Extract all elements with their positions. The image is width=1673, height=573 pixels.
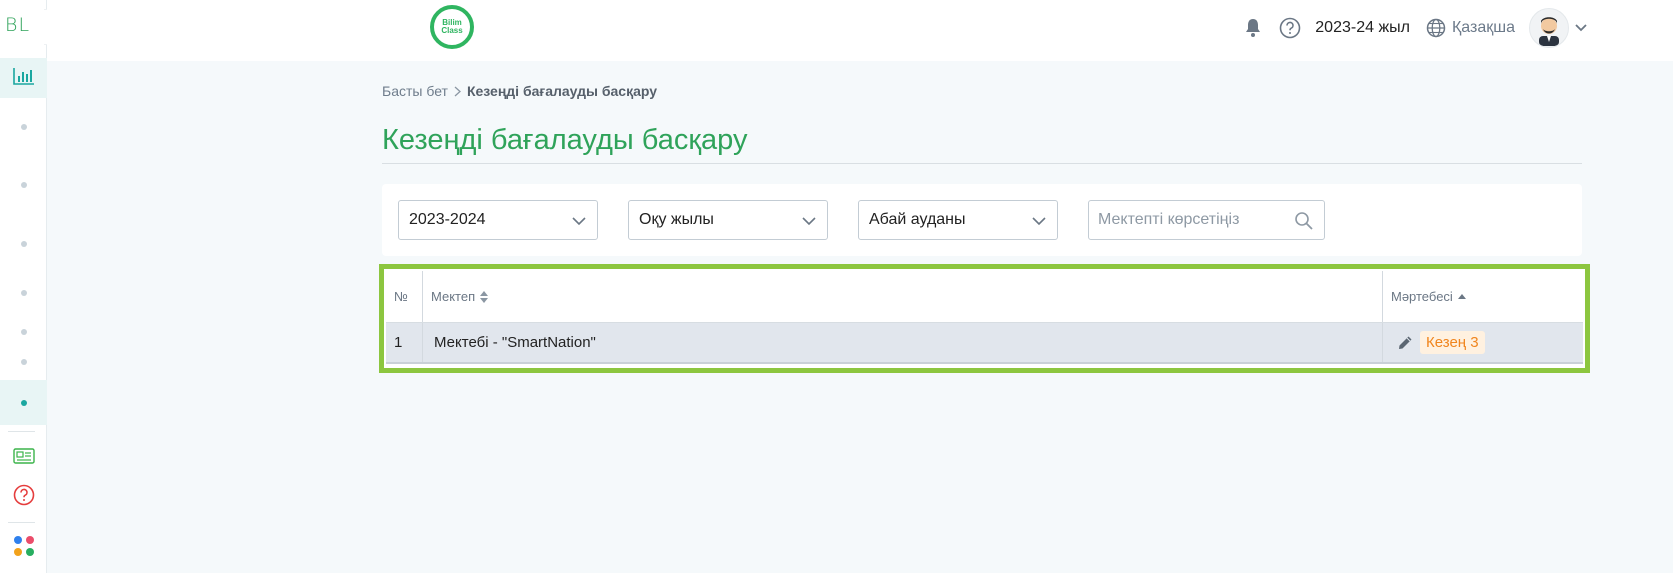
period-select[interactable]: Оқу жылы: [628, 200, 828, 240]
breadcrumb: Басты бет Кезеңді бағалауды басқару: [382, 83, 657, 99]
dot-icon: [20, 124, 27, 130]
sidebar-item-apps[interactable]: [0, 528, 47, 568]
rail-divider: [8, 522, 35, 523]
chevron-down-icon: [1031, 213, 1047, 234]
row-school-cell: Мектебі - "SmartNation": [422, 323, 1382, 362]
header-num-label: №: [394, 289, 408, 304]
search-icon[interactable]: [1294, 211, 1314, 236]
header-num: №: [386, 271, 422, 322]
newspaper-icon: [12, 447, 35, 469]
row-num: 1: [394, 334, 403, 351]
help-circle-icon: [13, 484, 35, 511]
sort-asc-icon[interactable]: [1457, 293, 1467, 301]
header-status-label: Мәртебесі: [1391, 289, 1453, 304]
row-num-cell: 1: [386, 323, 422, 362]
school-search: [1088, 200, 1325, 240]
header-school-label: Мектеп: [431, 289, 476, 304]
school-search-input[interactable]: [1089, 201, 1279, 239]
page-title: Кезеңді бағалауды басқару: [382, 124, 748, 156]
dot-icon: [20, 399, 27, 406]
bell-icon[interactable]: [1243, 18, 1263, 38]
dot-icon: [20, 241, 27, 247]
header-school[interactable]: Мектеп: [422, 271, 1382, 322]
user-avatar[interactable]: [1529, 8, 1569, 48]
filter-panel: 2023-2024 Оқу жылы Абай ауданы: [382, 184, 1582, 256]
sidebar-item-nav-6[interactable]: [0, 342, 47, 382]
table-header: № Мектеп Мәртебесі: [386, 271, 1583, 323]
rail-logo[interactable]: BL: [5, 14, 30, 36]
header-actions: 2023-24 жыл Қазақша: [1243, 8, 1587, 48]
bar-chart-icon: [12, 67, 35, 90]
dot-icon: [20, 359, 27, 365]
row-status-cell: Кезең 3: [1382, 323, 1583, 362]
brand-text-2: Class: [441, 26, 463, 35]
chevron-down-icon: [571, 213, 587, 234]
highlight-frame: № Мектеп Мәртебесі 1 Мектебі - "SmartNat…: [379, 264, 1590, 373]
chevron-down-icon: [801, 213, 817, 234]
top-header: Bilim Class 2023-24 жыл Қазақша: [47, 0, 1673, 61]
language-label: Қазақша: [1451, 19, 1515, 36]
year-select-value: 2023-2024: [409, 211, 486, 228]
dot-icon: [20, 290, 27, 296]
schools-table: № Мектеп Мәртебесі 1 Мектебі - "SmartNat…: [386, 271, 1583, 366]
breadcrumb-current: Кезеңді бағалауды басқару: [466, 83, 658, 99]
year-select[interactable]: 2023-2024: [398, 200, 598, 240]
row-school-name: Мектебі - "SmartNation": [434, 334, 596, 351]
title-divider: [382, 163, 1582, 164]
sidebar-item-nav-2[interactable]: [0, 165, 47, 205]
sidebar-item-nav-active[interactable]: [0, 380, 47, 425]
brand-logo[interactable]: Bilim Class: [430, 5, 474, 49]
sidebar-item-help[interactable]: [0, 477, 47, 517]
sidebar-item-nav-3[interactable]: [0, 224, 47, 264]
period-select-value: Оқу жылы: [639, 211, 714, 228]
chevron-right-icon: [454, 86, 461, 97]
status-badge: Кезең 3: [1420, 331, 1485, 354]
header-status[interactable]: Мәртебесі: [1382, 271, 1583, 322]
district-select-value: Абай ауданы: [869, 211, 966, 228]
academic-year-label[interactable]: 2023-24 жыл: [1315, 19, 1410, 37]
apps-grid-icon: [12, 534, 36, 563]
dot-icon: [20, 182, 27, 188]
breadcrumb-home[interactable]: Басты бет: [382, 83, 448, 99]
dot-icon: [20, 329, 27, 335]
globe-icon: [1426, 18, 1446, 38]
chevron-down-icon[interactable]: [1575, 24, 1587, 32]
sort-both-icon[interactable]: [479, 290, 489, 304]
left-sidebar: BL: [0, 0, 47, 573]
sidebar-item-nav-4[interactable]: [0, 273, 47, 313]
sidebar-item-news[interactable]: [0, 438, 47, 478]
language-switcher[interactable]: Қазақша: [1426, 18, 1515, 38]
table-row[interactable]: 1 Мектебі - "SmartNation" Кезең 3: [386, 323, 1583, 364]
sidebar-item-nav-1[interactable]: [0, 107, 47, 147]
edit-pencil-icon[interactable]: [1397, 334, 1414, 351]
sidebar-item-analytics[interactable]: [0, 58, 47, 98]
help-icon[interactable]: [1279, 17, 1301, 39]
rail-divider: [8, 431, 35, 432]
district-select[interactable]: Абай ауданы: [858, 200, 1058, 240]
